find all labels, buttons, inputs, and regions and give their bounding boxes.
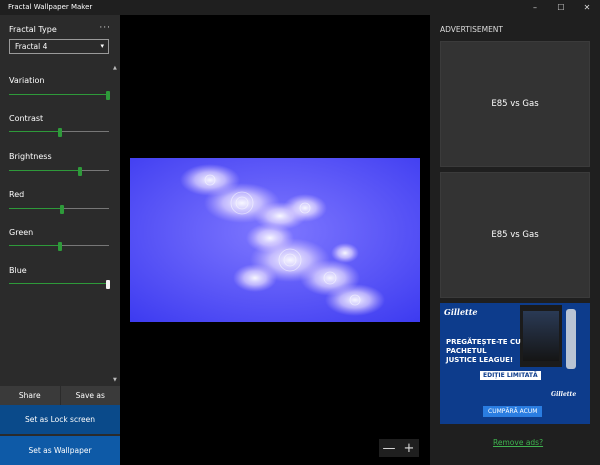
scroll-up-arrow-icon[interactable]: ▲: [113, 65, 117, 71]
maximize-button[interactable]: ☐: [548, 0, 574, 15]
remove-ads-link[interactable]: Remove ads?: [493, 438, 543, 447]
scroll-down-arrow-icon[interactable]: ▼: [113, 377, 117, 383]
ads-panel: ADVERTISEMENT E85 vs Gas E85 vs Gas Gill…: [430, 15, 600, 465]
fractal-type-value: Fractal 4: [15, 42, 48, 51]
close-button[interactable]: ✕: [574, 0, 600, 15]
zoom-out-button[interactable]: —: [379, 439, 399, 457]
ad-banner-2-text: E85 vs Gas: [491, 230, 539, 240]
set-lock-screen-button[interactable]: Set as Lock screen: [0, 405, 120, 434]
slider-label-red: Red: [9, 190, 25, 199]
minimize-button[interactable]: –: [522, 0, 548, 15]
zoom-in-button[interactable]: +: [399, 439, 419, 457]
contrast-slider-thumb[interactable]: [58, 128, 62, 137]
ad-banner-2[interactable]: E85 vs Gas: [440, 172, 590, 298]
zoom-controls: — +: [379, 439, 419, 457]
fractal-type-label: Fractal Type: [9, 25, 57, 34]
gillette-logo: Gillette: [444, 307, 478, 317]
slider-label-variation: Variation: [9, 76, 45, 85]
window-title: Fractal Wallpaper Maker: [8, 3, 93, 11]
save-as-button[interactable]: Save as: [59, 386, 120, 405]
gillette-ad[interactable]: Gillette PREGĂTEȘTE-TE CU PACHETUL JUSTI…: [440, 303, 590, 424]
settings-panel: Fractal Type ··· Fractal 4 ▾ Variation C…: [0, 15, 120, 465]
slider-label-green: Green: [9, 228, 34, 237]
blue-slider-thumb[interactable]: [106, 280, 110, 289]
variation-slider-thumb[interactable]: [106, 91, 110, 100]
green-slider[interactable]: [9, 242, 109, 251]
preview-area: — +: [120, 15, 430, 465]
brightness-slider[interactable]: [9, 167, 109, 176]
razor-image: [566, 309, 576, 369]
slider-label-contrast: Contrast: [9, 114, 44, 123]
contrast-slider[interactable]: [9, 128, 109, 137]
title-bar: Fractal Wallpaper Maker – ☐ ✕: [0, 0, 600, 15]
product-box-image: [520, 305, 562, 367]
more-options-button[interactable]: ···: [99, 23, 111, 33]
red-slider-thumb[interactable]: [60, 205, 64, 214]
share-save-row: Share Save as: [0, 386, 120, 405]
gillette-headline: PREGĂTEȘTE-TE CU PACHETUL JUSTICE LEAGUE…: [446, 338, 521, 364]
fractal-type-select[interactable]: Fractal 4 ▾: [9, 39, 109, 54]
blue-slider[interactable]: [9, 280, 110, 289]
share-button[interactable]: Share: [0, 386, 60, 405]
red-slider[interactable]: [9, 205, 109, 214]
brightness-slider-thumb[interactable]: [78, 167, 82, 176]
slider-label-brightness: Brightness: [9, 152, 52, 161]
limited-edition-badge: EDIȚIE LIMITATĂ: [480, 371, 541, 380]
variation-slider[interactable]: [9, 91, 110, 100]
ad-header: ADVERTISEMENT: [440, 25, 504, 34]
gillette-logo-small: Gillette: [551, 391, 577, 398]
ad-banner-1-text: E85 vs Gas: [491, 99, 539, 109]
set-wallpaper-button[interactable]: Set as Wallpaper: [0, 436, 120, 465]
ad-banner-1[interactable]: E85 vs Gas: [440, 41, 590, 167]
green-slider-thumb[interactable]: [58, 242, 62, 251]
chevron-down-icon: ▾: [100, 42, 104, 50]
slider-label-blue: Blue: [9, 266, 27, 275]
buy-now-button[interactable]: CUMPĂRĂ ACUM: [483, 406, 543, 417]
fractal-preview-image: [130, 158, 420, 322]
